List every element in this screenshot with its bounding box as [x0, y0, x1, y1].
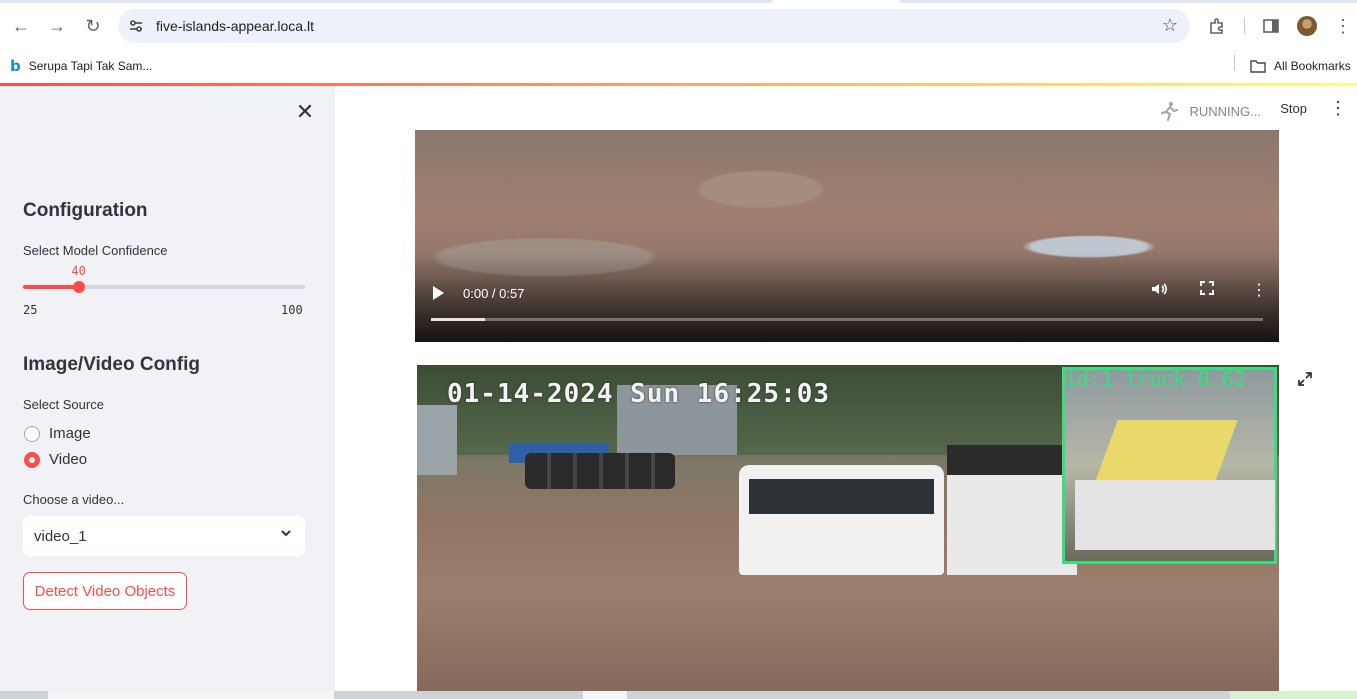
main-content: RUNNING... Stop ⋮ 0:00 / 0:57 ⋮ id:1 tru… — [335, 86, 1357, 691]
radio-image-label[interactable]: Image — [49, 425, 91, 442]
choose-video-label: Choose a video... — [23, 492, 125, 507]
main-menu-icon[interactable]: ⋮ — [1329, 98, 1347, 119]
bookmarks-bar: b Serupa Tapi Tak Sam... All Bookmarks — [0, 49, 1357, 83]
profile-avatar[interactable] — [1297, 16, 1317, 36]
video-player[interactable]: 0:00 / 0:57 ⋮ — [415, 130, 1279, 342]
taskbar-item[interactable] — [48, 691, 334, 699]
bookmark-star-icon[interactable]: ☆ — [1162, 15, 1178, 36]
bus-window — [749, 479, 934, 514]
bookmark-label: Serupa Tapi Tak Sam... — [28, 59, 153, 73]
taskbar-clock[interactable] — [1230, 691, 1357, 699]
detection-label: id:1 truck 0.62 — [1065, 367, 1246, 391]
tire-stack — [525, 453, 675, 489]
stop-button[interactable]: Stop — [1280, 101, 1307, 116]
slider-thumb[interactable] — [73, 281, 86, 293]
fullscreen-icon[interactable] — [1199, 280, 1215, 301]
detect-video-objects-button[interactable]: Detect Video Objects — [23, 572, 187, 610]
folder-icon — [1250, 60, 1266, 73]
all-bookmarks-label: All Bookmarks — [1274, 59, 1351, 73]
all-bookmarks-button[interactable]: All Bookmarks — [1250, 55, 1351, 77]
close-sidebar-icon[interactable]: ✕ — [293, 99, 317, 124]
radio-image[interactable] — [24, 426, 40, 442]
toolbar-divider — [1244, 18, 1245, 34]
browser-toolbar: ← → ↻ five-islands-appear.loca.lt ☆ ⋮ — [0, 3, 1357, 49]
status-text: RUNNING... — [1189, 103, 1262, 119]
bookmark-item[interactable]: b Serupa Tapi Tak Sam... — [10, 55, 152, 77]
slider-value: 40 — [71, 264, 86, 278]
video-select[interactable]: video_1 — [23, 516, 305, 556]
chevron-down-icon — [280, 526, 292, 542]
site-info-icon[interactable] — [126, 16, 146, 36]
configuration-heading: Configuration — [23, 200, 148, 221]
radio-video-label[interactable]: Video — [49, 451, 87, 468]
reload-icon[interactable]: ↻ — [79, 12, 107, 40]
taskbar-item[interactable] — [583, 691, 627, 699]
video-options-icon[interactable]: ⋮ — [1251, 280, 1267, 300]
url-text[interactable]: five-islands-appear.loca.lt — [156, 18, 314, 34]
running-status: RUNNING... — [1158, 100, 1262, 122]
confidence-label: Select Model Confidence — [23, 243, 168, 258]
running-man-icon — [1160, 101, 1178, 122]
sidebar: ✕ Configuration Select Model Confidence … — [0, 86, 335, 691]
address-bar[interactable]: five-islands-appear.loca.lt ☆ — [118, 9, 1190, 43]
source-label: Select Source — [23, 397, 104, 412]
detection-frame-image: id:1 truck 0.62 01-14-2024 Sun 16:25:03 — [417, 365, 1279, 691]
radio-video[interactable] — [24, 452, 40, 468]
building — [417, 405, 457, 475]
video-progress-bar[interactable] — [431, 318, 1263, 321]
back-icon[interactable]: ← — [7, 12, 35, 40]
white-truck — [947, 445, 1077, 575]
taskbar — [0, 691, 1357, 699]
truck-cab — [947, 445, 1077, 475]
play-icon[interactable] — [433, 286, 444, 300]
slider-min: 25 — [23, 303, 38, 317]
truck-body — [1075, 480, 1275, 550]
white-bus — [739, 465, 944, 575]
video-select-value: video_1 — [34, 528, 87, 545]
expand-icon[interactable] — [1297, 371, 1313, 392]
forward-icon[interactable]: → — [43, 12, 71, 40]
timestamp-overlay: 01-14-2024 Sun 16:25:03 — [447, 379, 831, 409]
slider-max: 100 — [281, 303, 303, 317]
extensions-icon[interactable] — [1208, 17, 1226, 40]
bing-icon: b — [10, 57, 21, 75]
video-time-text: 0:00 / 0:57 — [463, 286, 525, 301]
confidence-slider[interactable] — [23, 281, 305, 293]
browser-menu-icon[interactable]: ⋮ — [1329, 12, 1357, 40]
slider-fill — [23, 285, 80, 289]
image-video-config-heading: Image/Video Config — [23, 354, 201, 375]
video-buffered — [431, 318, 486, 321]
detection-box — [1062, 367, 1277, 564]
volume-icon[interactable] — [1150, 280, 1168, 303]
bookmarks-divider — [1234, 55, 1235, 71]
side-panel-icon[interactable] — [1262, 17, 1280, 40]
